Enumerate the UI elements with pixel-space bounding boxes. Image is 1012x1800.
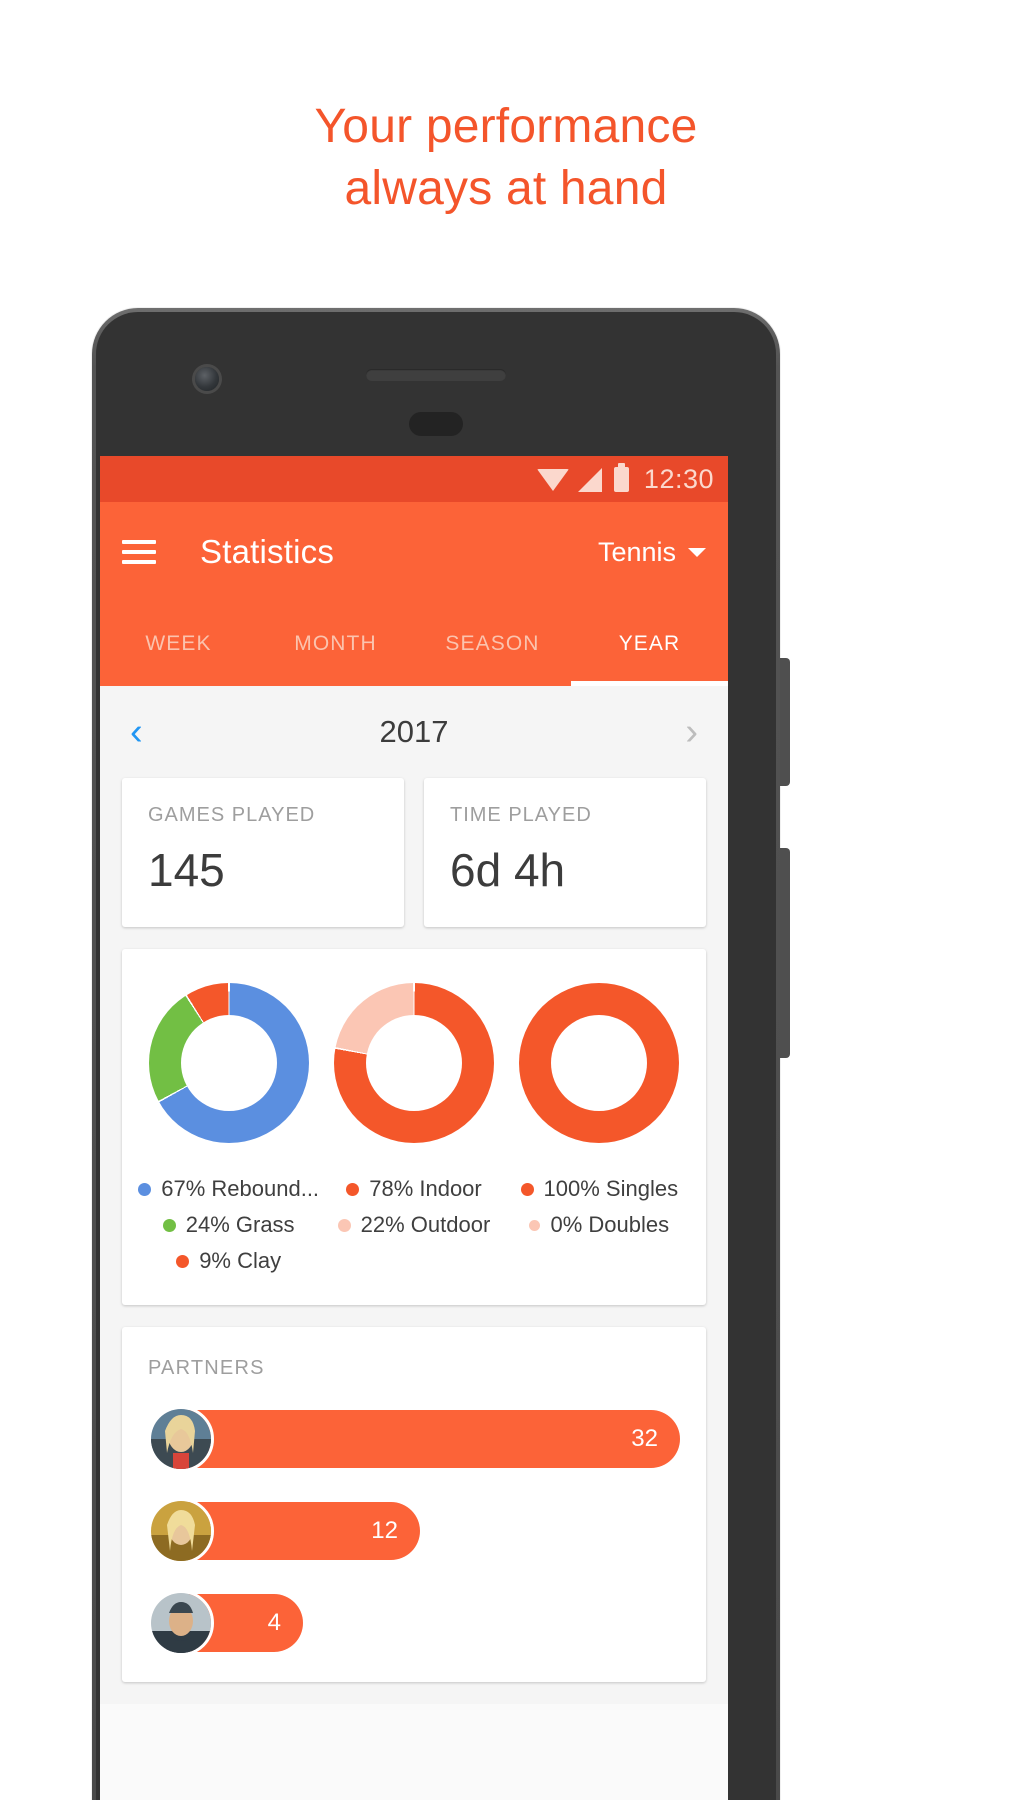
promo-page: Your performance always at hand 12:30 St… bbox=[0, 0, 1012, 1800]
avatar bbox=[148, 1590, 214, 1656]
cellular-signal-icon bbox=[577, 467, 602, 492]
period-tabs: WEEK MONTH SEASON YEAR bbox=[100, 602, 728, 686]
legend-venue: 78% Indoor 22% Outdoor bbox=[322, 1171, 505, 1243]
year-selector: ‹ 2017 › bbox=[100, 686, 728, 778]
year-label: 2017 bbox=[379, 714, 449, 749]
chevron-right-icon[interactable]: › bbox=[685, 713, 698, 751]
avatar bbox=[148, 1406, 214, 1472]
legend-item: 24% Grass bbox=[137, 1207, 320, 1243]
card-time-played: TIME PLAYED 6d 4h bbox=[424, 778, 706, 927]
legend-item: 9% Clay bbox=[137, 1243, 320, 1279]
page-title: Statistics bbox=[200, 533, 335, 570]
legend-item: 0% Doubles bbox=[508, 1207, 691, 1243]
card-games-played: GAMES PLAYED 145 bbox=[122, 778, 404, 927]
proximity-sensor bbox=[409, 412, 463, 436]
earpiece-speaker bbox=[366, 369, 506, 381]
partner-row[interactable]: 32 bbox=[148, 1406, 680, 1472]
legend-color-dot bbox=[337, 1218, 351, 1232]
legend-item: 100% Singles bbox=[508, 1171, 691, 1207]
legend-color-dot bbox=[529, 1219, 541, 1231]
phone-volume-button bbox=[780, 848, 790, 1058]
partner-value: 32 bbox=[631, 1425, 658, 1452]
avatar bbox=[148, 1498, 214, 1564]
headline-line-1: Your performance bbox=[314, 100, 698, 153]
partner-bar: 32 bbox=[181, 1410, 680, 1468]
legend-surface: 67% Rebound... 24% Grass 9% Clay bbox=[137, 1171, 320, 1279]
time-played-value: 6d 4h bbox=[450, 844, 566, 896]
legend-item: 78% Indoor bbox=[322, 1171, 505, 1207]
tab-week[interactable]: WEEK bbox=[100, 602, 257, 686]
statistics-content: GAMES PLAYED 145 TIME PLAYED 6d 4h 67% R… bbox=[100, 778, 728, 1704]
donut-chart-group: 67% Rebound... 24% Grass 9% Clay 78% Ind… bbox=[136, 983, 692, 1279]
wifi-icon bbox=[536, 469, 569, 491]
games-played-label: GAMES PLAYED bbox=[148, 804, 316, 826]
status-bar-clock: 12:30 bbox=[643, 463, 714, 494]
sport-selector[interactable]: Tennis bbox=[598, 537, 706, 568]
headline-line-2: always at hand bbox=[344, 162, 668, 215]
card-partners: PARTNERS 32 12 4 bbox=[122, 1327, 706, 1682]
avatar-photo-3 bbox=[151, 1593, 211, 1653]
partner-value: 4 bbox=[267, 1609, 281, 1636]
legend-label: 24% Grass bbox=[185, 1212, 295, 1237]
status-bar: 12:30 bbox=[100, 456, 728, 502]
legend-label: 67% Rebound... bbox=[161, 1176, 320, 1201]
legend-label: 100% Singles bbox=[543, 1176, 679, 1201]
legend-item: 22% Outdoor bbox=[322, 1207, 505, 1243]
summary-cards: GAMES PLAYED 145 TIME PLAYED 6d 4h bbox=[122, 778, 706, 927]
avatar-photo-1 bbox=[151, 1409, 211, 1469]
partner-value: 12 bbox=[371, 1517, 398, 1544]
phone-mockup: 12:30 Statistics Tennis WEEK MONTH SEASO… bbox=[92, 308, 790, 1800]
donut-chart-venue bbox=[333, 983, 494, 1143]
tab-month[interactable]: MONTH bbox=[257, 602, 414, 686]
time-played-label: TIME PLAYED bbox=[450, 804, 592, 826]
phone-power-button bbox=[780, 658, 790, 786]
legend-label: 0% Doubles bbox=[550, 1212, 670, 1237]
app-bar: Statistics Tennis bbox=[100, 502, 728, 602]
hamburger-menu-icon[interactable] bbox=[122, 540, 156, 564]
donut-format: 100% Singles 0% Doubles bbox=[508, 983, 691, 1243]
avatar-photo-2 bbox=[151, 1501, 211, 1561]
legend-label: 78% Indoor bbox=[369, 1176, 482, 1201]
partner-row[interactable]: 4 bbox=[148, 1590, 680, 1656]
donut-surface: 67% Rebound... 24% Grass 9% Clay bbox=[137, 983, 320, 1279]
chevron-down-icon bbox=[688, 547, 706, 557]
legend-item: 67% Rebound... bbox=[137, 1171, 320, 1207]
legend-color-dot bbox=[162, 1218, 176, 1232]
partner-bar: 12 bbox=[181, 1502, 420, 1560]
card-donut-charts: 67% Rebound... 24% Grass 9% Clay 78% Ind… bbox=[122, 949, 706, 1305]
phone-body: 12:30 Statistics Tennis WEEK MONTH SEASO… bbox=[96, 312, 776, 1800]
partner-row[interactable]: 12 bbox=[148, 1498, 680, 1564]
legend-color-dot bbox=[520, 1182, 534, 1196]
page-headline: Your performance always at hand bbox=[0, 96, 1012, 220]
games-played-value: 145 bbox=[148, 844, 225, 896]
legend-color-dot bbox=[176, 1254, 190, 1268]
sport-selector-label: Tennis bbox=[597, 536, 676, 567]
legend-label: 22% Outdoor bbox=[360, 1212, 491, 1237]
donut-venue: 78% Indoor 22% Outdoor bbox=[322, 983, 505, 1243]
tab-year[interactable]: YEAR bbox=[571, 602, 728, 686]
chevron-left-icon[interactable]: ‹ bbox=[130, 713, 143, 751]
legend-label: 9% Clay bbox=[199, 1248, 282, 1273]
legend-color-dot bbox=[138, 1182, 152, 1196]
legend-color-dot bbox=[346, 1182, 360, 1196]
donut-chart-format bbox=[519, 983, 680, 1143]
legend-format: 100% Singles 0% Doubles bbox=[508, 1171, 691, 1243]
tab-season[interactable]: SEASON bbox=[414, 602, 571, 686]
front-camera-icon bbox=[195, 367, 219, 391]
donut-chart-surface bbox=[148, 983, 309, 1143]
battery-icon bbox=[613, 462, 629, 492]
phone-screen: 12:30 Statistics Tennis WEEK MONTH SEASO… bbox=[100, 456, 728, 1800]
partners-title: PARTNERS bbox=[148, 1357, 265, 1379]
